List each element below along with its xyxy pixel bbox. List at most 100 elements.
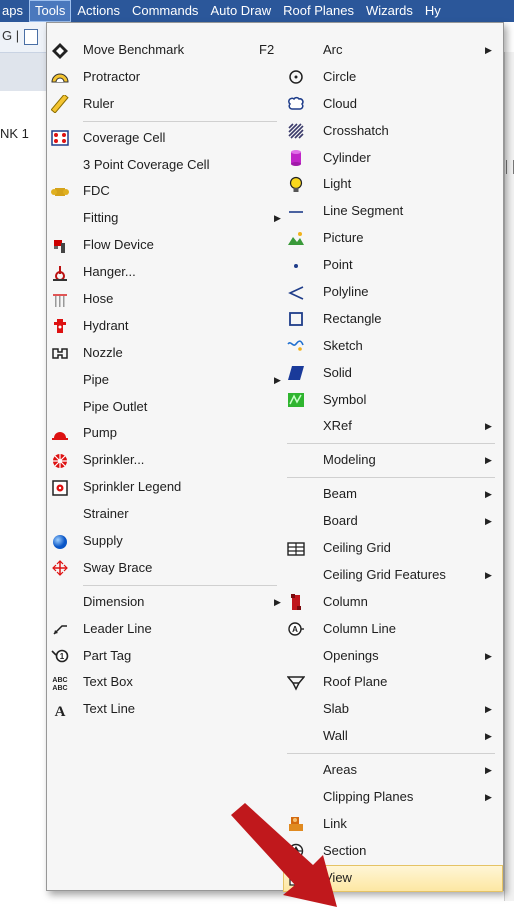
ceiling-grid-icon — [287, 540, 305, 557]
menu-maps[interactable]: aps — [0, 0, 29, 22]
menu-item-label: Fitting — [83, 210, 119, 226]
submenu-arrow-icon: ▶ — [485, 516, 492, 527]
hose-icon — [51, 291, 69, 308]
toolbar-doc-icon[interactable] — [24, 29, 38, 45]
menu-item-text-line[interactable]: A Text Line — [47, 696, 277, 723]
menu-item-label: Hanger... — [83, 264, 136, 280]
menu-item-areas[interactable]: Areas ▶ — [283, 757, 503, 784]
submenu-arrow-icon: ▶ — [274, 374, 281, 385]
menu-item-dimension[interactable]: Dimension ▶ — [47, 589, 281, 616]
menu-item-polyline[interactable]: Polyline — [283, 279, 503, 306]
menu-item-roof-plane[interactable]: Roof Plane — [283, 669, 503, 696]
menu-item-light[interactable]: Light — [283, 171, 503, 198]
menu-item-ruler[interactable]: Ruler — [47, 91, 277, 118]
menu-item-ceiling-grid-features[interactable]: Ceiling Grid Features ▶ — [283, 562, 503, 589]
menu-item-slab[interactable]: Slab ▶ — [283, 696, 503, 723]
menu-item-pipe-outlet[interactable]: Pipe Outlet — [47, 394, 277, 421]
menu-hy[interactable]: Hy — [419, 0, 441, 22]
sprinkler-legend-icon — [51, 479, 69, 496]
menu-item-text-box[interactable]: ABC ABC Text Box — [47, 669, 277, 696]
menu-item-point[interactable]: Point — [283, 252, 503, 279]
menu-item-hose[interactable]: Hose — [47, 286, 277, 313]
menu-actions[interactable]: Actions — [71, 0, 126, 22]
menu-item-board[interactable]: Board ▶ — [283, 508, 503, 535]
menu-item-coverage-cell[interactable]: Coverage Cell — [47, 125, 277, 152]
menu-wizards[interactable]: Wizards — [360, 0, 419, 22]
menu-item-cylinder[interactable]: Cylinder — [283, 145, 503, 172]
solid-icon — [287, 365, 305, 382]
menu-item-symbol[interactable]: Symbol — [283, 387, 503, 414]
menu-item-label: Sketch — [323, 337, 363, 353]
menu-auto-draw[interactable]: Auto Draw — [204, 0, 277, 22]
svg-text:1: 1 — [60, 652, 65, 661]
red-pointer-arrow-icon — [231, 803, 337, 907]
menu-item-sprinkler-legend[interactable]: Sprinkler Legend — [47, 474, 277, 501]
right-scrollbar[interactable] — [504, 52, 514, 901]
menu-item-label: Pump — [83, 425, 117, 441]
menu-item-move-benchmark[interactable]: Move Benchmark F2 — [47, 37, 277, 64]
menu-commands[interactable]: Commands — [126, 0, 204, 22]
menu-item-sketch[interactable]: Sketch — [283, 333, 503, 360]
menu-item-label: Flow Device — [83, 237, 154, 253]
sketch-icon — [287, 338, 305, 355]
menu-item-label: 3 Point Coverage Cell — [83, 156, 210, 172]
menu-item-label: Sway Brace — [83, 559, 153, 575]
menu-item-label: Wall — [323, 728, 348, 744]
menu-item-pipe[interactable]: Pipe ▶ — [47, 367, 281, 394]
menu-item-leader-line[interactable]: Leader Line — [47, 616, 277, 643]
menu-item-wall[interactable]: Wall ▶ — [283, 723, 503, 750]
menu-item-sprinkler[interactable]: Sprinkler... — [47, 447, 277, 474]
menu-item-3-point-coverage-cell[interactable]: 3 Point Coverage Cell — [47, 152, 277, 179]
menu-item-rectangle[interactable]: Rectangle — [283, 306, 503, 333]
menu-item-column-line[interactable]: A Column Line — [283, 616, 503, 643]
menu-item-label: Rectangle — [323, 310, 382, 326]
sway-brace-icon — [51, 560, 69, 577]
menu-item-openings[interactable]: Openings ▶ — [283, 643, 503, 670]
menu-item-label: Ceiling Grid — [323, 540, 391, 556]
menu-item-label: Light — [323, 176, 352, 192]
menu-item-flow-device[interactable]: Flow Device — [47, 232, 277, 259]
menu-item-strainer[interactable]: Strainer — [47, 501, 277, 528]
submenu-arrow-icon: ▶ — [485, 421, 492, 432]
menu-item-label: Column Line — [323, 620, 396, 636]
coverage-cell-icon — [51, 130, 69, 147]
submenu-arrow-icon: ▶ — [485, 44, 492, 55]
menu-item-label: Nozzle — [83, 344, 123, 360]
menu-item-arc[interactable]: Arc ▶ — [283, 37, 503, 64]
menu-roof-planes[interactable]: Roof Planes — [277, 0, 360, 22]
menu-item-protractor[interactable]: Protractor — [47, 64, 277, 91]
menu-item-beam[interactable]: Beam ▶ — [283, 481, 503, 508]
menu-item-hanger[interactable]: Hanger... — [47, 259, 277, 286]
background-strip — [0, 53, 46, 91]
menu-item-column[interactable]: Column — [283, 589, 503, 616]
menu-item-modeling[interactable]: Modeling ▶ — [283, 447, 503, 474]
menu-item-xref[interactable]: XRef ▶ — [283, 413, 503, 440]
menu-item-label: Point — [323, 257, 353, 273]
menu-item-cloud[interactable]: Cloud — [283, 91, 503, 118]
menu-item-solid[interactable]: Solid — [283, 360, 503, 387]
menu-item-supply[interactable]: Supply — [47, 528, 277, 555]
menu-item-label: Strainer — [83, 506, 129, 522]
sprinkler-icon — [51, 452, 69, 469]
menu-item-part-tag[interactable]: 1 Part Tag — [47, 643, 277, 670]
menu-item-label: Sprinkler Legend — [83, 479, 182, 495]
text-line-icon: A — [51, 701, 69, 718]
menu-item-label: Openings — [323, 647, 379, 663]
menu-item-fitting[interactable]: Fitting ▶ — [47, 205, 281, 232]
menu-item-label: Crosshatch — [323, 122, 389, 138]
nozzle-icon — [51, 345, 69, 362]
menu-tools[interactable]: Tools — [28, 0, 72, 22]
menu-item-fdc[interactable]: FDC — [47, 178, 277, 205]
menu-item-circle[interactable]: Circle — [283, 64, 503, 91]
menu-item-picture[interactable]: Picture — [283, 225, 503, 252]
menu-item-crosshatch[interactable]: Crosshatch — [283, 118, 503, 145]
menu-item-label: XRef — [323, 418, 352, 434]
menu-item-label: Board — [323, 513, 358, 529]
menu-item-nozzle[interactable]: Nozzle — [47, 340, 277, 367]
menu-item-pump[interactable]: Pump — [47, 420, 277, 447]
menu-item-sway-brace[interactable]: Sway Brace — [47, 555, 277, 582]
menu-separator — [83, 120, 277, 122]
menu-item-hydrant[interactable]: Hydrant — [47, 313, 277, 340]
menu-item-ceiling-grid[interactable]: Ceiling Grid — [283, 535, 503, 562]
menu-item-line-segment[interactable]: Line Segment — [283, 198, 503, 225]
